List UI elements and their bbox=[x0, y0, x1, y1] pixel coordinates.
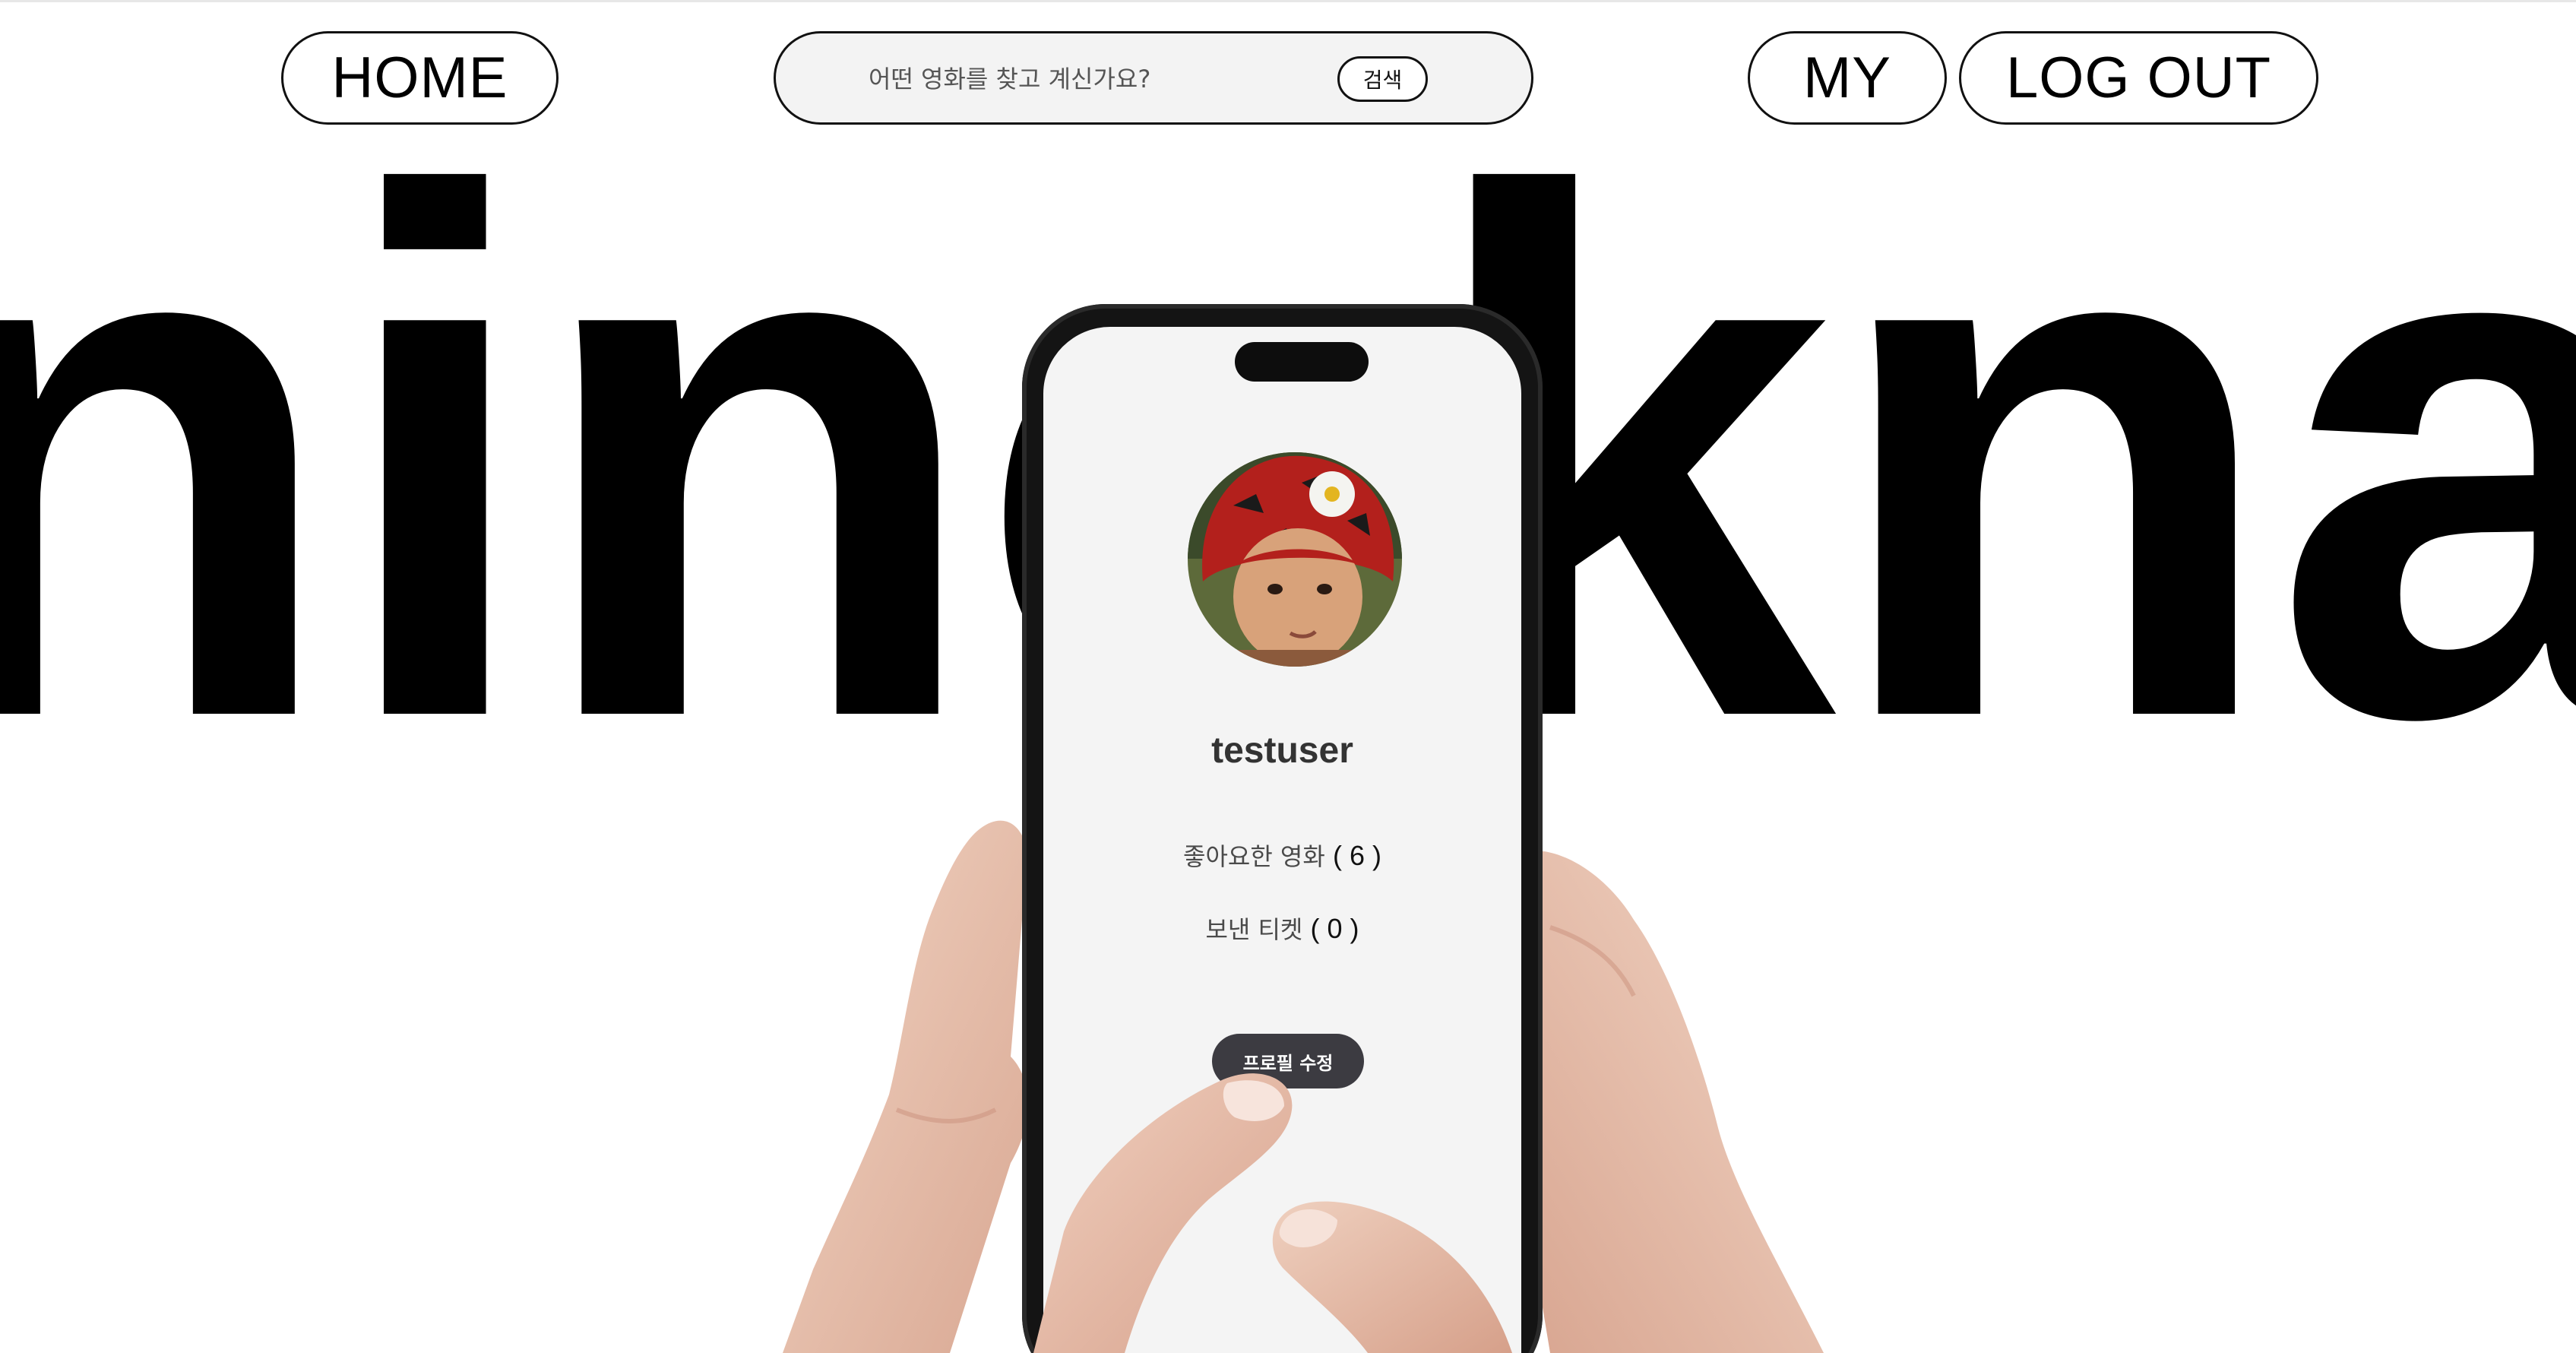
sent-tickets-count: ( 0 ) bbox=[1310, 913, 1359, 944]
sent-tickets-label: 보낸 티켓 bbox=[1205, 915, 1303, 944]
sent-tickets-stat[interactable]: 보낸 티켓 ( 0 ) bbox=[1043, 911, 1521, 946]
profile-username: testuser bbox=[1211, 730, 1353, 771]
liked-movies-label: 좋아요한 영화 bbox=[1183, 842, 1325, 871]
liked-movies-count: ( 6 ) bbox=[1332, 840, 1381, 871]
search-input[interactable] bbox=[867, 49, 1326, 109]
phone-dynamic-island bbox=[1235, 342, 1369, 382]
home-button[interactable]: HOME bbox=[281, 31, 559, 125]
profile-avatar bbox=[1188, 452, 1402, 667]
logout-button[interactable]: LOG OUT bbox=[1959, 31, 2318, 125]
search-button[interactable]: 검색 bbox=[1337, 56, 1428, 102]
search-bar: 검색 bbox=[774, 31, 1533, 125]
left-thumb-illustration bbox=[1033, 1073, 1293, 1353]
right-thumb-illustration bbox=[1272, 1201, 1512, 1353]
avatar-photo-icon bbox=[1188, 452, 1402, 667]
right-hand-illustration bbox=[1517, 850, 1824, 1353]
liked-movies-stat[interactable]: 좋아요한 영화 ( 6 ) bbox=[1043, 838, 1521, 873]
my-page-button[interactable]: MY bbox=[1748, 31, 1947, 125]
top-border bbox=[0, 0, 2576, 2]
